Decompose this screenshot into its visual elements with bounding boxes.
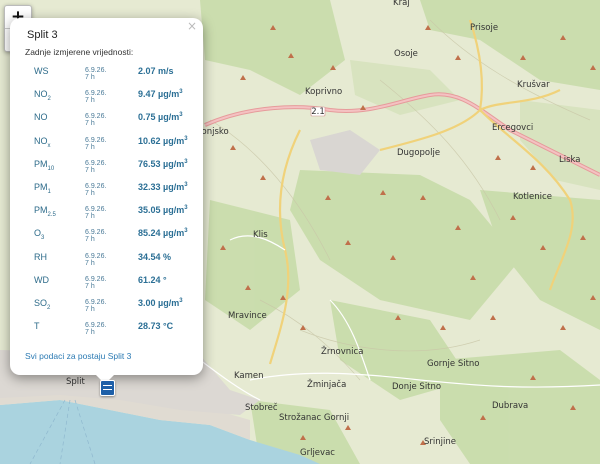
measurement-time: 6.9.26. 7 h [85, 113, 107, 128]
measurement-value: 2.07 m/s [138, 66, 174, 76]
measurement-value: 34.54 % [138, 251, 172, 262]
param-name: NO2 [34, 89, 51, 102]
measurement-time: 6.9.26. 7 h [85, 67, 107, 81]
param-name: PM1 [34, 181, 51, 195]
place-label: Grljevac [300, 448, 335, 458]
measurement-value: 0.75 µg/m3 [138, 112, 183, 123]
place-label: Koprivno [305, 87, 342, 97]
place-label: Liska [559, 155, 581, 165]
station-popup: × Split 3 Zadnje izmjerene vrijednosti: … [10, 18, 203, 375]
measurement-value: 61.24 ° [138, 274, 167, 285]
measurement-value: 35.05 µg/m3 [138, 205, 188, 216]
road-badge: 2.1 [311, 107, 325, 117]
measurement-value: 76.53 µg/m3 [138, 158, 188, 169]
place-label: Kotlenice [513, 192, 552, 202]
place-label: Prisoje [470, 23, 498, 33]
measurement-value: 9.47 µg/m3 [138, 89, 183, 100]
measurement-time: 6.9.26. 7 h [85, 159, 107, 174]
station-marker-icon[interactable] [100, 380, 115, 396]
param-name: RH [34, 251, 47, 262]
measurement-value: 10.62 µg/m3 [138, 135, 188, 146]
measurement-time: 6.9.26. 7 h [85, 275, 107, 290]
place-label: Srinjine [424, 437, 456, 447]
place-label: Osoje [394, 49, 418, 59]
place-label: Split [66, 377, 86, 387]
measurement-time: 6.9.26. 7 h [85, 298, 107, 313]
all-station-data-link[interactable]: Svi podaci za postaju Split 3 [25, 351, 131, 361]
place-label: Krušvar [517, 79, 550, 90]
measurement-time: 6.9.26. 7 h [85, 229, 107, 244]
param-name: NOx [34, 135, 51, 149]
place-label: Dugopolje [397, 148, 440, 158]
param-name: PM10 [34, 158, 55, 172]
place-label: Klis [253, 230, 268, 240]
place-label: Dubrava [492, 401, 528, 411]
place-label: Strožanac Gornji [279, 413, 349, 423]
measurement-time: 6.9.26. 7 h [85, 136, 107, 151]
station-title: Split 3 [27, 29, 58, 41]
place-label: Kamen [234, 371, 264, 381]
place-label: Žrnovnica [321, 345, 363, 357]
param-name: WD [34, 274, 49, 285]
param-name: WS [34, 66, 49, 76]
param-name: SO2 [34, 297, 51, 311]
popup-subtitle: Zadnje izmjerene vrijednosti: [25, 47, 134, 57]
place-label: Gornje Sitno [427, 359, 480, 369]
close-icon[interactable]: × [187, 19, 197, 33]
param-name: NO [34, 112, 48, 123]
measurement-value: 28.73 °C [138, 321, 174, 332]
place-label: Donje Sitno [392, 382, 441, 392]
param-name: PM2.5 [34, 205, 56, 218]
measurement-time: 6.9.26. 7 h [85, 322, 107, 337]
place-label: Stobreč [245, 402, 278, 413]
measurement-time: 6.9.26. 7 h [85, 90, 107, 105]
measurement-value: 3.00 µg/m3 [138, 297, 183, 308]
place-label: Mravince [228, 311, 267, 321]
place-label: Žminjača [307, 378, 346, 390]
param-name: T [34, 321, 40, 332]
measurement-value: 32.33 µg/m3 [138, 181, 188, 192]
measurement-time: 6.9.26. 7 h [85, 182, 107, 197]
place-label: Ercegovci [492, 123, 533, 133]
measurement-time: 6.9.26. 7 h [85, 252, 107, 267]
measurement-value: 85.24 µg/m3 [138, 228, 188, 239]
param-name: O3 [34, 228, 45, 242]
place-label: Kraj [393, 0, 410, 8]
measurement-time: 6.9.26. 7 h [85, 206, 107, 221]
